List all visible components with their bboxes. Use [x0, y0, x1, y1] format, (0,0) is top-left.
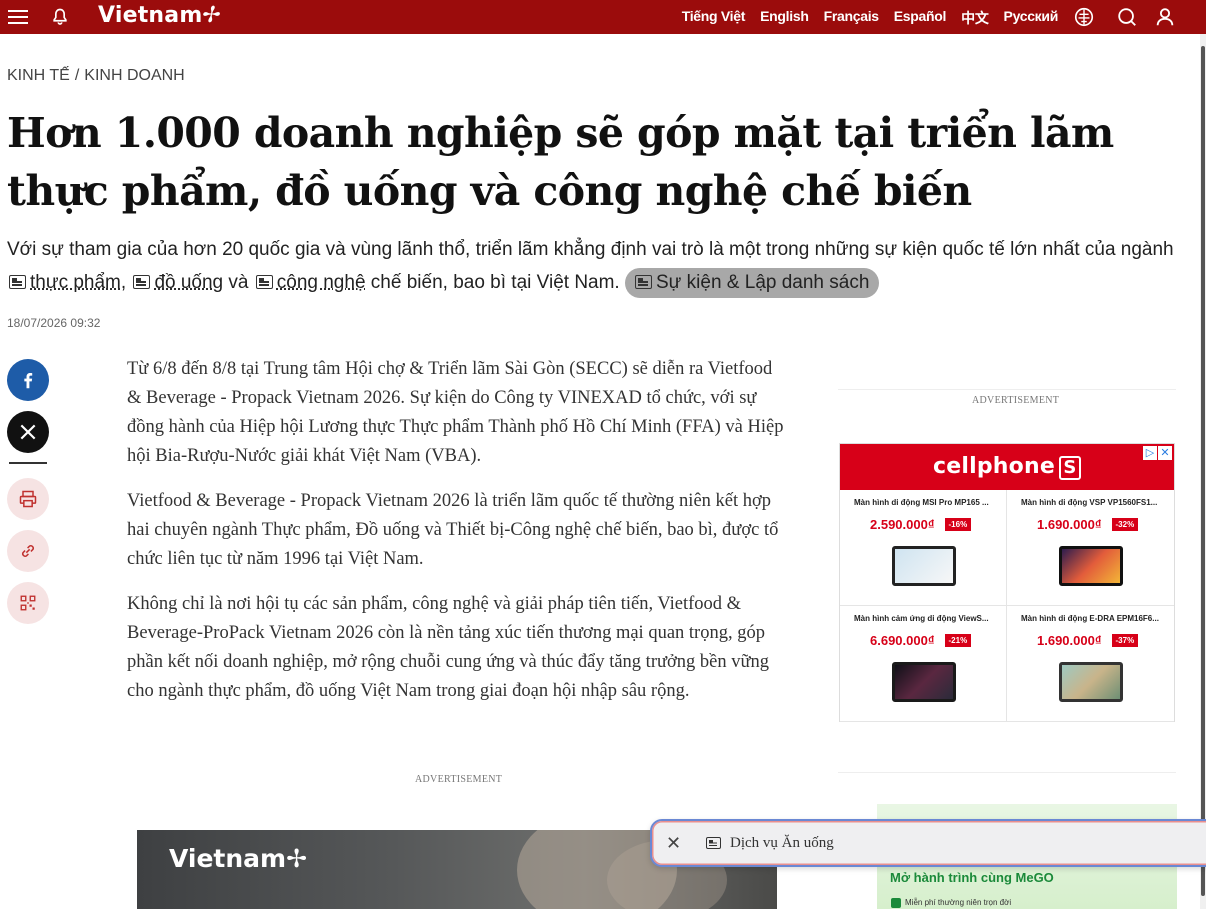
lang-fr[interactable]: Français	[824, 8, 879, 28]
product-image	[1059, 546, 1123, 586]
article-paragraph: Không chỉ là nơi hội tụ các sản phẩm, cô…	[127, 590, 787, 706]
cellphones-ad-banner[interactable]: cellphone S ▷ ✕ Màn hình di động MSI Pro M…	[839, 443, 1175, 722]
ad-info-icon[interactable]: ▷	[1143, 446, 1157, 460]
print-icon	[18, 489, 38, 509]
scrollbar-thumb[interactable]	[1201, 46, 1205, 896]
user-icon[interactable]	[1154, 6, 1176, 28]
qr-code-button[interactable]	[7, 582, 49, 624]
site-logo[interactable]: Vietnam✢	[98, 3, 221, 28]
ad-product-name: Màn hình cảm ứng di động ViewS...	[854, 614, 1004, 623]
cellphones-logo: cellphone S	[933, 454, 1081, 480]
discount-badge: -21%	[945, 634, 972, 647]
mego-ad-title: Mở hành trình cùng MeGO	[890, 870, 1054, 885]
floating-topic-chip[interactable]: ✕ Dịch vụ Ăn uống	[650, 819, 1206, 867]
breadcrumb-parent[interactable]: KINH TẾ	[7, 67, 70, 84]
lang-vi[interactable]: Tiếng Việt	[682, 8, 745, 28]
copy-link-button[interactable]	[7, 530, 49, 572]
keyword-link-do-uong[interactable]: đồ uống	[154, 272, 223, 293]
ad-product-name: Màn hình di động E-DRA EPM16F6...	[1021, 614, 1171, 623]
advertisement-label: ADVERTISEMENT	[415, 774, 502, 785]
ad-product-card[interactable]: Màn hình di động MSI Pro MP165 ... 2.590…	[840, 490, 1007, 606]
x-share-button[interactable]	[7, 411, 49, 453]
cellphones-ad-header: cellphone S ▷ ✕	[840, 444, 1174, 490]
bell-icon[interactable]	[50, 7, 70, 27]
keyword-icon	[635, 275, 652, 289]
facebook-icon	[17, 369, 39, 391]
discount-badge: -37%	[1112, 634, 1139, 647]
ad-product-grid: Màn hình di động MSI Pro MP165 ... 2.590…	[840, 490, 1174, 722]
keyword-icon	[256, 275, 273, 289]
ad-product-card[interactable]: Màn hình di động VSP VP1560FS1... 1.690.…	[1007, 490, 1174, 606]
lang-ru[interactable]: Русский	[1004, 8, 1058, 28]
ad-product-price: 2.590.000₫	[870, 517, 935, 532]
keyword-icon	[9, 275, 26, 289]
link-icon	[18, 541, 38, 561]
globe-icon[interactable]	[1073, 6, 1095, 28]
search-icon[interactable]	[1116, 6, 1138, 28]
sidebar-divider	[838, 389, 1176, 390]
discount-badge: -16%	[945, 518, 972, 531]
close-icon[interactable]: ✕	[666, 833, 682, 854]
product-image	[892, 662, 956, 702]
menu-icon[interactable]	[8, 10, 28, 24]
lang-en[interactable]: English	[760, 8, 808, 28]
mego-ad-subtitle: Miễn phí thường niên trọn đời	[905, 898, 1011, 907]
keyword-icon	[706, 837, 721, 849]
publish-date: 18/07/2026 09:32	[7, 316, 100, 330]
article-sapo: Với sự tham gia của hơn 20 quốc gia và v…	[7, 233, 1187, 299]
article-body: Từ 6/8 đến 8/8 tại Trung tâm Hội chợ & T…	[127, 355, 787, 722]
floating-topic-label[interactable]: Dịch vụ Ăn uống	[730, 835, 834, 852]
scrollbar[interactable]	[1200, 34, 1206, 909]
ad-close-icon[interactable]: ✕	[1158, 446, 1172, 460]
check-icon	[891, 898, 901, 908]
article-paragraph: Vietfood & Beverage - Propack Vietnam 20…	[127, 487, 787, 574]
product-image	[892, 546, 956, 586]
advertisement-label: ADVERTISEMENT	[972, 395, 1059, 406]
ad-product-price: 1.690.000₫	[1037, 517, 1102, 532]
facebook-share-button[interactable]	[7, 359, 49, 401]
product-image	[1059, 662, 1123, 702]
keyword-icon	[133, 275, 150, 289]
ad-product-card[interactable]: Màn hình di động E-DRA EPM16F6... 1.690.…	[1007, 606, 1174, 722]
video-watermark-logo: Vietnam✢	[169, 844, 307, 873]
discount-badge: -32%	[1112, 518, 1139, 531]
breadcrumb-child[interactable]: KINH DOANH	[84, 67, 184, 84]
ad-choices[interactable]: ▷ ✕	[1143, 446, 1172, 460]
ad-product-name: Màn hình di động VSP VP1560FS1...	[1021, 498, 1171, 507]
language-switcher: Tiếng Việt English Français Español 中文 Р…	[682, 8, 1058, 28]
qr-icon	[19, 594, 37, 612]
print-button[interactable]	[7, 478, 49, 520]
x-icon	[18, 422, 38, 442]
event-list-chip[interactable]: Sự kiện & Lập danh sách	[625, 268, 879, 298]
ad-product-card[interactable]: Màn hình cảm ứng di động ViewS... 6.690.…	[840, 606, 1007, 722]
keyword-link-thuc-pham[interactable]: thực phẩm	[30, 272, 121, 293]
lang-es[interactable]: Español	[894, 8, 946, 28]
ad-product-name: Màn hình di động MSI Pro MP165 ...	[854, 498, 1004, 507]
ad-product-price: 6.690.000₫	[870, 633, 935, 648]
sidebar-divider	[838, 772, 1176, 773]
breadcrumb: KINH TẾ / KINH DOANH	[7, 67, 185, 85]
article-title: Hơn 1.000 doanh nghiệp sẽ góp mặt tại tr…	[7, 104, 1187, 220]
lang-zh[interactable]: 中文	[961, 8, 988, 28]
article-paragraph: Từ 6/8 đến 8/8 tại Trung tâm Hội chợ & T…	[127, 355, 787, 471]
share-divider	[9, 462, 47, 464]
ad-product-price: 1.690.000₫	[1037, 633, 1102, 648]
keyword-link-cong-nghe[interactable]: công nghệ	[277, 272, 366, 293]
top-navbar: Vietnam✢ Tiếng Việt English Français Esp…	[0, 0, 1206, 34]
